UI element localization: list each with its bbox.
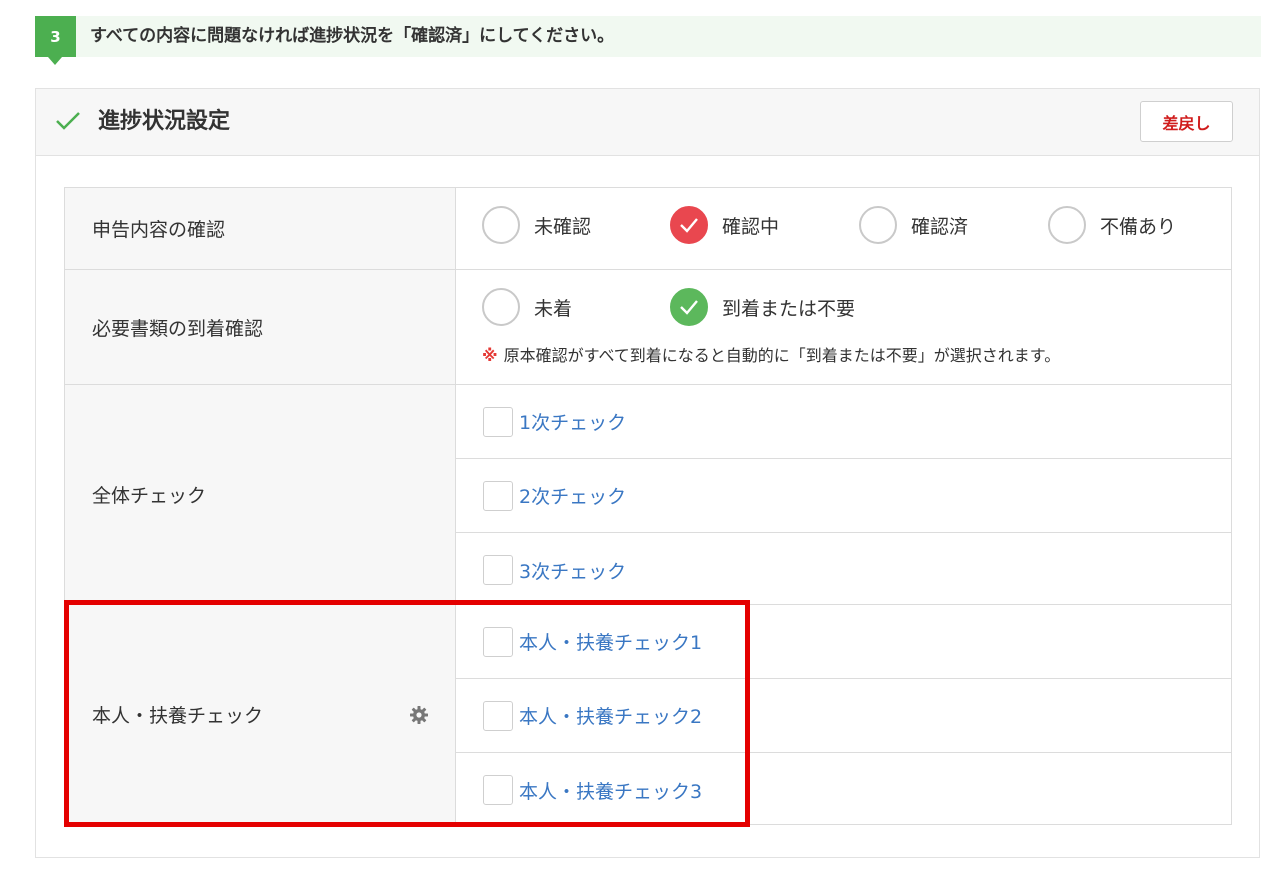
step-instruction: すべての内容に問題なければ進捗状況を「確認済」にしてください。 [90, 26, 615, 46]
checkbox-1st-check[interactable] [483, 406, 513, 437]
radio-label: 確認済 [911, 215, 969, 238]
radio-label: 確認中 [722, 215, 780, 238]
table-row-dependents: 本人・扶養チェック 本人・扶養チェック1 本人・扶養チェック2 本人・扶養チェッ… [65, 605, 1232, 825]
check-item: 本人・扶養チェック2 [456, 679, 1231, 753]
note-text: 原本確認がすべて到着になると自動的に「到着または不要」が選択されます。 [503, 346, 1061, 365]
radio-unconfirmed[interactable]: 未確認 [482, 204, 591, 246]
checkmark-icon [680, 300, 698, 315]
check-label-dependents-3[interactable]: 本人・扶養チェック3 [519, 777, 702, 804]
table-row-declaration: 申告内容の確認 未確認 確認中 確認済 不備あり [65, 188, 1232, 270]
dependents-label: 本人・扶養チェック [92, 705, 264, 727]
check-label-3rd[interactable]: 3次チェック [519, 557, 626, 584]
checkbox-dependents-1[interactable] [483, 626, 513, 657]
radio-circle [482, 288, 520, 326]
checkmark-icon [680, 218, 698, 233]
panel-title: 進捗状況設定 [98, 109, 231, 134]
check-item: 本人・扶養チェック1 [456, 605, 1231, 679]
check-icon [56, 112, 80, 130]
checkbox-dependents-2[interactable] [483, 700, 513, 731]
radio-arrived-or-unneeded[interactable]: 到着または不要 [670, 286, 855, 328]
radio-circle [859, 206, 897, 244]
radio-label: 未着 [534, 297, 573, 320]
radio-circle [482, 206, 520, 244]
check-label-2nd[interactable]: 2次チェック [519, 482, 626, 509]
radio-deficient[interactable]: 不備あり [1048, 204, 1176, 246]
row-label: 必要書類の到着確認 [65, 270, 456, 385]
panel-header: 進捗状況設定 差戻し [36, 89, 1259, 156]
check-item: 1次チェック [456, 385, 1231, 459]
radio-circle-selected [670, 288, 708, 326]
radio-label: 不備あり [1100, 215, 1177, 238]
return-button[interactable]: 差戻し [1140, 101, 1233, 142]
radio-confirming[interactable]: 確認中 [670, 204, 779, 246]
table-row-documents: 必要書類の到着確認 未着 到着または不要 ※ 原本確認がすべて到着になると自動的に… [65, 270, 1232, 385]
check-item: 本人・扶養チェック3 [456, 753, 1231, 827]
check-item: 3次チェック [456, 533, 1231, 607]
radio-label: 未確認 [534, 215, 592, 238]
row-label: 申告内容の確認 [65, 188, 456, 270]
checkbox-3rd-check[interactable] [483, 555, 513, 585]
progress-table: 申告内容の確認 未確認 確認中 確認済 不備あり 必要書類の到着確認 未着 到着… [64, 187, 1232, 825]
check-item: 2次チェック [456, 459, 1231, 533]
overall-checks: 1次チェック 2次チェック 3次チェック [456, 385, 1232, 605]
documents-options: 未着 到着または不要 ※ 原本確認がすべて到着になると自動的に「到着または不要」が… [456, 270, 1232, 385]
checkbox-dependents-3[interactable] [483, 775, 513, 805]
checkbox-2nd-check[interactable] [483, 480, 513, 511]
radio-circle-selected [670, 206, 708, 244]
check-label-1st[interactable]: 1次チェック [519, 408, 626, 435]
declaration-options: 未確認 確認中 確認済 不備あり [456, 188, 1232, 270]
check-label-dependents-1[interactable]: 本人・扶養チェック1 [519, 628, 702, 655]
documents-note: ※ 原本確認がすべて到着になると自動的に「到着または不要」が選択されます。 [482, 342, 1060, 366]
row-label: 全体チェック [65, 385, 456, 605]
radio-confirmed[interactable]: 確認済 [859, 204, 968, 246]
radio-not-arrived[interactable]: 未着 [482, 286, 572, 328]
check-label-dependents-2[interactable]: 本人・扶養チェック2 [519, 702, 702, 729]
radio-label: 到着または不要 [722, 297, 856, 320]
gear-icon[interactable] [409, 705, 429, 725]
radio-circle [1048, 206, 1086, 244]
row-label: 本人・扶養チェック [65, 605, 456, 825]
step-number-badge: 3 [35, 16, 76, 65]
dependents-checks: 本人・扶養チェック1 本人・扶養チェック2 本人・扶養チェック3 [456, 605, 1232, 825]
table-row-overall: 全体チェック 1次チェック 2次チェック 3次チェック [65, 385, 1232, 605]
note-mark: ※ [482, 346, 498, 365]
